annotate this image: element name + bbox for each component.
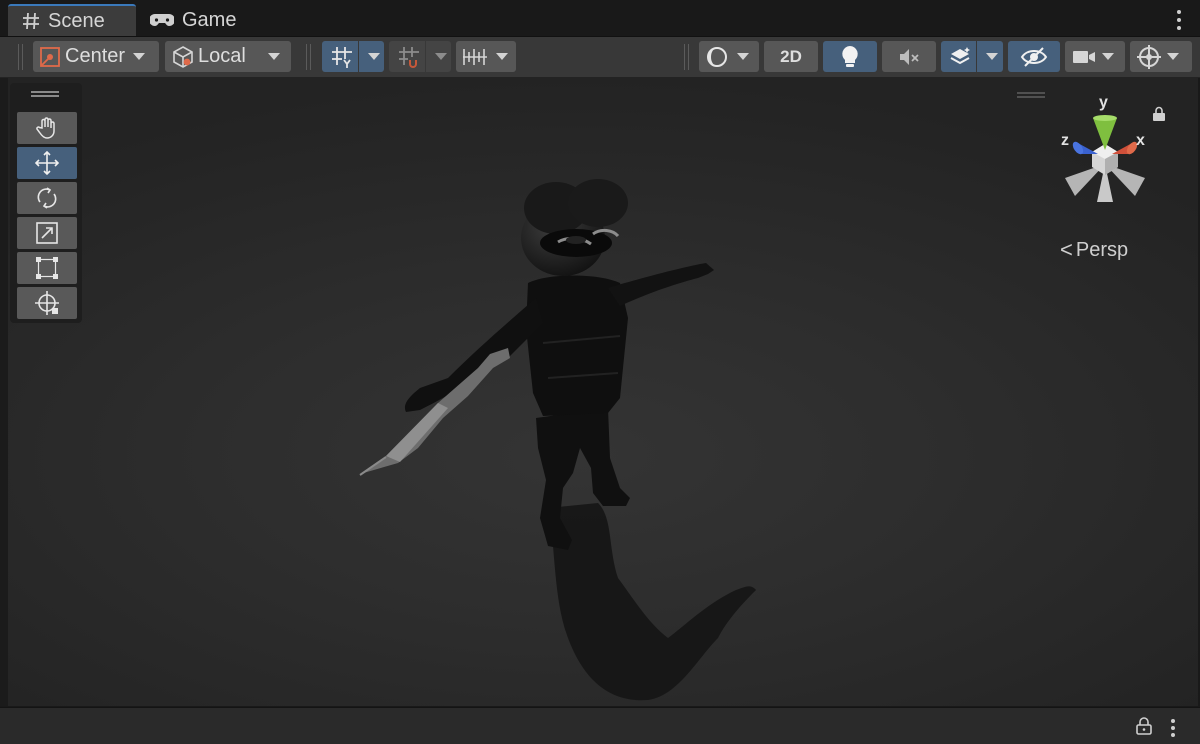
tab-scene[interactable]: Scene (8, 4, 136, 36)
chevron-down-icon[interactable] (368, 53, 380, 60)
effects-layers-icon (948, 45, 976, 69)
lock-icon[interactable] (1136, 717, 1152, 740)
scale-icon (35, 221, 59, 245)
pivot-mode-dropdown[interactable]: Center (33, 41, 159, 72)
scene-camera-dropdown[interactable] (1065, 41, 1125, 72)
tool-palette (10, 83, 82, 323)
increment-snap-icon (397, 45, 425, 69)
scene-visibility-toggle[interactable] (1008, 41, 1060, 72)
rotate-icon (35, 186, 59, 210)
gizmos-dropdown[interactable] (1130, 41, 1192, 72)
orientation-gizmo[interactable]: y x z (1050, 92, 1160, 212)
chevron-down-icon (496, 53, 508, 60)
ruler-snap-icon (462, 46, 488, 68)
move-tool[interactable] (17, 147, 77, 179)
character-torso (526, 275, 628, 416)
rotate-tool[interactable] (17, 182, 77, 214)
gizmo-x-label: x (1136, 132, 1145, 149)
scene-camera-icon (1072, 48, 1096, 66)
local-cube-icon (171, 45, 195, 69)
tab-game-label: Game (182, 8, 237, 31)
chevron-down-icon[interactable] (986, 53, 998, 60)
tab-menu-icon[interactable] (1176, 10, 1182, 30)
gizmo-drag-handle[interactable] (1017, 92, 1045, 98)
projection-toggle[interactable]: < Persp (1060, 237, 1128, 263)
toolbar-grip[interactable] (684, 44, 689, 70)
rifle (359, 348, 510, 476)
view-2d-label: 2D (780, 46, 802, 66)
scene-viewport[interactable] (8, 78, 1198, 706)
view-2d-toggle[interactable]: 2D (764, 41, 818, 72)
chevron-down-icon (1102, 53, 1114, 60)
increment-snap-toggle[interactable] (389, 41, 451, 72)
audio-muted-icon (897, 46, 921, 68)
grid-snap-toggle[interactable] (322, 41, 384, 72)
shading-mode-dropdown[interactable] (699, 41, 759, 72)
scene-render (359, 179, 756, 701)
character-shadow (548, 503, 756, 701)
projection-label: Persp (1075, 238, 1129, 261)
divider (358, 41, 359, 72)
character-head (521, 179, 628, 276)
tab-game[interactable]: Game (148, 4, 236, 36)
gizmo-y-label: y (1099, 94, 1108, 111)
scene-toolbar: Center Local 2D (0, 37, 1200, 78)
panel-edge (0, 78, 8, 706)
divider (976, 41, 977, 72)
move-arrows-icon (34, 150, 60, 176)
hidden-eye-icon (1020, 46, 1048, 68)
character-right-arm (608, 263, 714, 306)
transform-icon (34, 290, 60, 316)
ruler-snap-dropdown[interactable] (456, 41, 516, 72)
chevron-down-icon (1167, 53, 1179, 60)
rect-transform-icon (35, 256, 59, 280)
palette-drag-handle[interactable] (31, 91, 59, 97)
handle-rotation-label: Local (198, 45, 246, 67)
grid-snap-icon (330, 45, 358, 69)
tab-scene-label: Scene (48, 9, 105, 32)
grid-hash-icon (22, 12, 40, 30)
toolbar-grip[interactable] (306, 44, 311, 70)
chevron-down-icon (737, 53, 749, 60)
gamepad-icon (150, 12, 174, 28)
tab-bar: Scene Game (0, 0, 1200, 37)
pivot-center-icon (39, 46, 61, 68)
hand-tool[interactable] (17, 112, 77, 144)
toolbar-grip[interactable] (18, 44, 23, 70)
chevron-left-icon: < (1060, 237, 1073, 262)
more-options-icon[interactable] (1170, 719, 1176, 737)
effects-toggle[interactable] (941, 41, 1003, 72)
shading-mode-icon (705, 45, 729, 69)
gizmos-icon (1136, 44, 1162, 70)
rect-tool[interactable] (17, 252, 77, 284)
character-left-arm (404, 298, 543, 412)
divider (425, 41, 426, 72)
audio-toggle[interactable] (882, 41, 936, 72)
pivot-mode-label: Center (65, 45, 126, 67)
bottom-bar (0, 707, 1200, 744)
chevron-down-icon[interactable] (435, 53, 447, 60)
lightbulb-icon (840, 45, 860, 69)
handle-rotation-dropdown[interactable]: Local (165, 41, 291, 72)
gizmo-z-label: z (1061, 132, 1069, 149)
lighting-toggle[interactable] (823, 41, 877, 72)
chevron-down-icon (267, 53, 280, 60)
hand-icon (35, 116, 59, 140)
scale-tool[interactable] (17, 217, 77, 249)
chevron-down-icon (133, 53, 146, 60)
transform-tool[interactable] (17, 287, 77, 319)
